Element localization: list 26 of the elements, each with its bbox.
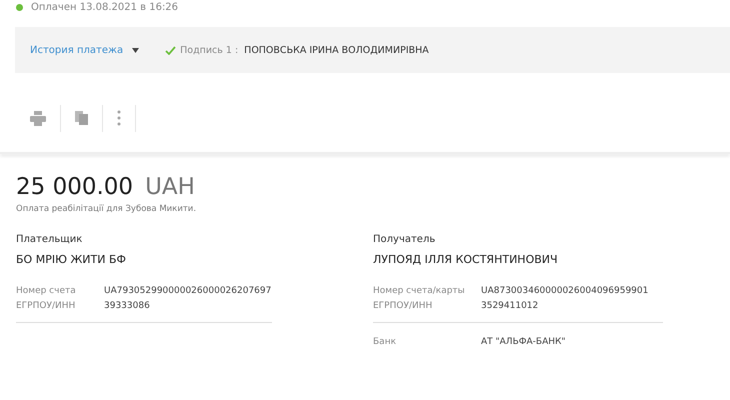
field-value: UA873003460000026004096959901: [481, 285, 648, 298]
printer-icon: [30, 110, 46, 126]
payment-purpose: Оплата реабілітації для Зубова Микити.: [16, 204, 198, 214]
party-name: БО МРІЮ ЖИТИ БФ: [16, 253, 127, 266]
field-value: АТ "АЛЬФА-БАНК": [481, 336, 566, 349]
payment-status: Оплачен 13.08.2021 в 16:26: [31, 2, 178, 12]
field-label: Банк: [373, 336, 398, 349]
field-label: ЕГРПОУ/ИНН: [16, 300, 76, 313]
field-label: Номер счета/карты: [373, 285, 466, 298]
field-label: ЕГРПОУ/ИНН: [373, 300, 434, 313]
field-value: UA793052990000026000026207697: [104, 285, 272, 298]
more-icon: [117, 110, 121, 126]
field-label: Номер счета: [16, 285, 77, 298]
amount-currency: UAH: [145, 174, 195, 200]
check-icon: [165, 46, 176, 54]
signer-name: ПОПОВСЬКА ІРИНА ВОЛОДИМИРІВНА: [244, 44, 429, 56]
field-value: 39333086: [104, 300, 150, 313]
history-link[interactable]: История платежа: [30, 44, 124, 56]
party-heading: Получатель: [373, 234, 436, 245]
party-heading: Плательщик: [16, 234, 84, 245]
copy-icon: [75, 111, 88, 125]
amount-value: 25 000.00: [16, 174, 134, 200]
field-value: 3529411012: [481, 300, 538, 313]
caret-icon: [132, 48, 140, 52]
party-name: ЛУПОЯД ІЛЛЯ КОСТЯНТИНОВИЧ: [373, 253, 559, 266]
signature-label: Подпись 1 :: [180, 44, 238, 56]
